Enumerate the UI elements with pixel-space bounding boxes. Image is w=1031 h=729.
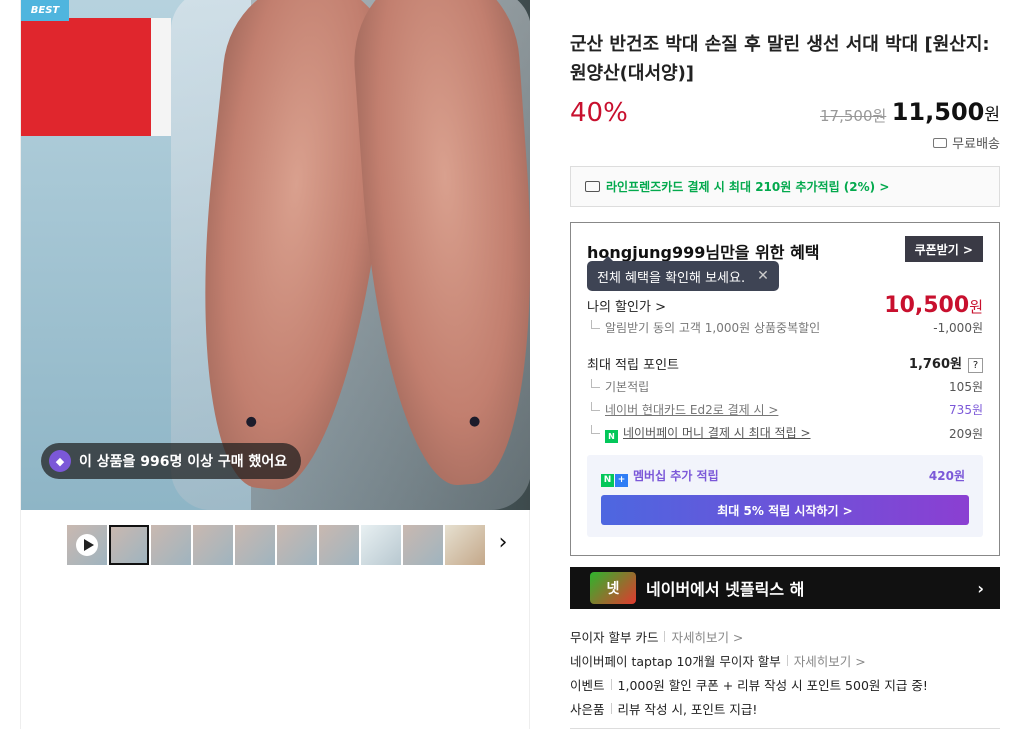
card-benefit-banner[interactable]: 라인프렌즈카드 결제 시 최대 210원 추가적립 (2%) > <box>570 166 1000 207</box>
membership-area: N + 멤버십 추가 적립 420원 최대 5% 적립 시작하기 > <box>587 455 983 537</box>
play-icon <box>84 539 94 551</box>
points-item-value: 209원 <box>949 427 983 441</box>
coupon-button[interactable]: 쿠폰받기 > <box>904 236 983 262</box>
info-item-taptap: 네이버페이 taptap 10개월 무이자 할부 자세히보기 > <box>570 648 1000 672</box>
membership-label: 멤버십 추가 적립 <box>633 469 719 483</box>
hyundai-card-link[interactable]: 네이버 현대카드 Ed2로 결제 시 > <box>587 401 778 418</box>
points-item-value: 735원 <box>949 403 983 417</box>
thumbnail-item[interactable] <box>403 525 443 565</box>
my-price-detail-label: 알림받기 동의 고객 1,000원 상품중복할인 <box>587 319 820 336</box>
my-price-unit: 원 <box>969 298 983 316</box>
info-item-event: 이벤트 1,000원 할인 쿠폰 + 리뷰 작성 시 포인트 500원 지급 중! <box>570 672 1000 696</box>
product-gallery: BEST ◆ 이 상품을 996명 이상 구매 했어요 › <box>20 0 530 729</box>
info-text: 1,000원 할인 쿠폰 + 리뷰 작성 시 포인트 500원 지급 중! <box>617 677 928 693</box>
card-benefit-text: 라인프렌즈카드 결제 시 최대 210원 추가적립 (2%) > <box>606 180 890 194</box>
info-label: 사은품 <box>570 701 605 717</box>
sale-price: 11,500원 <box>892 98 1000 126</box>
sale-price-unit: 원 <box>984 105 1000 125</box>
close-icon[interactable]: ✕ <box>757 268 769 284</box>
my-price: 10,500원 <box>884 293 983 318</box>
credit-card-icon <box>585 181 600 192</box>
tooltip-text: 전체 혜택을 확인해 보세요. <box>597 270 746 286</box>
fish-eye <box>469 416 480 427</box>
membership-value: 420원 <box>928 469 965 483</box>
thumbnail-item[interactable] <box>109 525 149 565</box>
points-item-value: 105원 <box>949 380 983 394</box>
naver-plus-icon: N + <box>601 473 628 487</box>
best-badge: BEST <box>21 0 69 21</box>
my-price-value: 10,500 <box>884 293 970 318</box>
npay-money-link[interactable]: 네이버페이 머니 결제 시 최대 적립 > <box>623 426 811 440</box>
benefit-tooltip: 전체 혜택을 확인해 보세요. ✕ <box>587 256 779 291</box>
points-total: 1,760원? <box>909 353 983 373</box>
info-more-link[interactable]: 자세히보기 > <box>671 627 743 646</box>
points-item-row: N 네이버페이 머니 결제 시 최대 적립 > 209원 <box>587 424 983 443</box>
thumbnail-item[interactable] <box>151 525 191 565</box>
membership-start-button[interactable]: 최대 5% 적립 시작하기 > <box>601 495 969 525</box>
info-list: 무이자 할부 카드 자세히보기 > 네이버페이 taptap 10개월 무이자 할… <box>570 624 1000 720</box>
my-price-detail-row: 알림받기 동의 고객 1,000원 상품중복할인 -1,000원 <box>587 319 983 336</box>
shipping-info: 무료배송 <box>933 133 1000 152</box>
info-item-installment: 무이자 할부 카드 자세히보기 > <box>570 624 1000 648</box>
netflix-banner[interactable]: 넷 네이버에서 넷플릭스 해 › <box>570 567 1000 609</box>
points-value: 1,760원 <box>908 357 962 372</box>
chevron-right-icon[interactable]: › <box>493 530 513 555</box>
discount-rate: 40% <box>570 98 628 128</box>
membership-label-wrap: N + 멤버십 추가 적립 <box>601 467 719 487</box>
info-label: 무이자 할부 카드 <box>570 629 659 645</box>
thumbnail-item[interactable] <box>361 525 401 565</box>
red-flag-graphic <box>21 18 171 136</box>
info-more-link[interactable]: 자세히보기 > <box>794 651 866 670</box>
npay-icon: N <box>605 430 618 443</box>
benefit-title: hongjung999님만을 위한 혜택 <box>587 243 820 262</box>
my-price-detail-value: -1,000원 <box>933 321 983 335</box>
my-price-label[interactable]: 나의 할인가 > <box>587 296 666 315</box>
fish-eye <box>245 416 257 428</box>
divider <box>786 654 788 666</box>
divider <box>664 630 666 642</box>
info-label: 네이버페이 taptap 10개월 무이자 할부 <box>570 653 781 669</box>
my-price-row: 나의 할인가 > 10,500원 <box>587 293 983 318</box>
shipping-text: 무료배송 <box>952 137 1000 152</box>
divider <box>610 702 612 714</box>
chevron-right-icon: › <box>977 578 984 598</box>
purchase-notice-text: 이 상품을 996명 이상 구매 했어요 <box>79 454 288 470</box>
thumbnail-item[interactable] <box>319 525 359 565</box>
thumbnail-item[interactable] <box>277 525 317 565</box>
thumbnail-item[interactable] <box>235 525 275 565</box>
points-item-row: 기본적립 105원 <box>587 378 983 395</box>
benefit-box: hongjung999님만을 위한 혜택 쿠폰받기 > 전체 혜택을 확인해 보… <box>570 222 1000 556</box>
thumbnail-video[interactable] <box>67 525 107 565</box>
points-label: 최대 적립 포인트 <box>587 357 679 373</box>
membership-row: N + 멤버십 추가 적립 420원 <box>601 467 965 487</box>
main-product-image[interactable]: BEST ◆ 이 상품을 996명 이상 구매 했어요 <box>21 0 530 510</box>
product-title: 군산 반건조 박대 손질 후 말린 생선 서대 박대 [원산지:원양산(대서양)… <box>570 34 990 84</box>
info-item-gift: 사은품 리뷰 작성 시, 포인트 지급! <box>570 696 1000 720</box>
points-row: 최대 적립 포인트 1,760원? <box>587 353 983 373</box>
points-item-label: 기본적립 <box>587 378 649 395</box>
netflix-logo: 넷 <box>590 572 636 604</box>
thumbnail-strip <box>67 525 485 565</box>
thumbnail-item[interactable] <box>445 525 485 565</box>
sale-price-value: 11,500 <box>891 98 985 126</box>
help-icon[interactable]: ? <box>968 358 983 373</box>
purchase-count-pill: ◆ 이 상품을 996명 이상 구매 했어요 <box>41 443 302 479</box>
truck-icon <box>933 137 948 148</box>
divider <box>610 678 612 690</box>
points-item-row: 네이버 현대카드 Ed2로 결제 시 > 735원 <box>587 401 983 418</box>
info-label: 이벤트 <box>570 677 605 693</box>
thumbnail-item[interactable] <box>193 525 233 565</box>
npay-money-label[interactable]: N 네이버페이 머니 결제 시 최대 적립 > <box>587 424 811 443</box>
shopping-bag-icon: ◆ <box>49 450 71 472</box>
netflix-banner-text: 네이버에서 넷플릭스 해 <box>646 580 805 599</box>
info-text: 리뷰 작성 시, 포인트 지급! <box>617 701 758 717</box>
original-price: 17,500원 <box>820 107 887 125</box>
